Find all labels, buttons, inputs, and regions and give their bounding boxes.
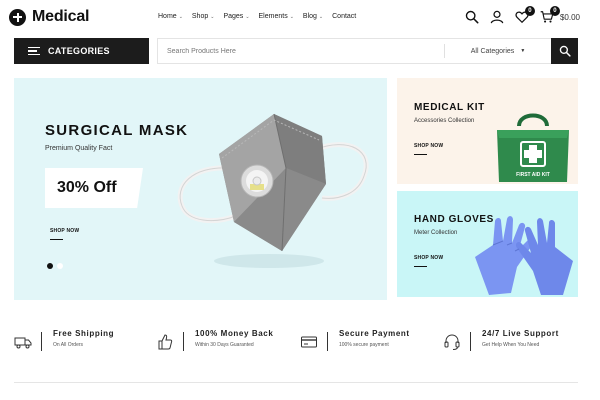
nav-label: Home	[158, 13, 177, 20]
feature-text: 100% Money Back Within 30 Days Guaranted	[195, 329, 273, 348]
feature-text: Free Shipping On All Orders	[53, 329, 114, 348]
svg-text:FIRST AID KIT: FIRST AID KIT	[516, 172, 550, 178]
banner-title: MEDICAL KIT	[414, 102, 485, 113]
section-divider	[14, 382, 578, 383]
nav-item-pages[interactable]: Pages ⌄	[223, 13, 249, 20]
feature-text: 24/7 Live Support Get Help When You Need	[482, 329, 559, 348]
search-bar: All Categories ▼	[157, 37, 578, 64]
cart-total: $0.00	[559, 12, 580, 22]
nav-label: Shop	[191, 13, 209, 20]
thumbs-up-icon	[158, 334, 173, 350]
hamburger-icon	[28, 47, 40, 55]
cart-icon[interactable]: 0	[539, 6, 560, 25]
headset-icon	[444, 334, 460, 350]
hero-subtitle: Premium Quality Fact	[45, 145, 113, 152]
banner-medical-kit[interactable]: MEDICAL KIT Accessories Collection SHOP …	[397, 78, 578, 184]
feature-live-support: 24/7 Live Support Get Help When You Need	[443, 329, 559, 357]
features-bar: Free Shipping On All Orders 100% Money B…	[14, 329, 578, 357]
banner-shop-now-link[interactable]: SHOP NOW	[414, 255, 443, 261]
hero-title: SURGICAL MASK	[45, 122, 189, 139]
feature-subtitle: On All Orders	[53, 342, 84, 348]
promo-badge: 30% Off	[45, 168, 143, 208]
hero-shop-now-link[interactable]: SHOP NOW	[50, 228, 79, 234]
feature-secure-payment: Secure Payment 100% secure payment	[300, 329, 410, 357]
medical-cross-icon	[9, 8, 26, 26]
nav-item-shop[interactable]: Shop ⌄	[192, 13, 215, 20]
chevron-down-icon: ⌄	[289, 13, 294, 20]
feature-money-back: 100% Money Back Within 30 Days Guaranted	[156, 329, 273, 357]
chevron-down-icon: ⌄	[245, 13, 250, 20]
cart-count-badge: 0	[549, 6, 560, 16]
category-select[interactable]: All Categories ▼	[445, 48, 551, 55]
search-button[interactable]	[551, 37, 578, 64]
banner-cta-underline	[414, 154, 427, 155]
nav-label: Contact	[332, 13, 357, 20]
feature-separator	[183, 332, 184, 351]
nav-label: Pages	[223, 13, 244, 20]
chevron-down-icon: ⌄	[318, 13, 324, 20]
hero-slider: SURGICAL MASK Premium Quality Fact 30% O…	[14, 78, 387, 300]
main-nav: Home ⌄ Shop ⌄ Pages ⌄ Elements ⌄ Blog ⌄ Conta…	[158, 13, 356, 20]
first-aid-kit-image: FIRST AID KIT	[497, 113, 569, 182]
category-select-value: All Categories	[470, 47, 515, 55]
gloves-image	[475, 216, 573, 295]
banner-subtitle: Meter Collection	[414, 230, 458, 236]
slider-dots	[47, 263, 63, 269]
feature-subtitle: 100% secure payment	[339, 342, 389, 348]
search-icon[interactable]	[464, 9, 480, 25]
slider-dot-active[interactable]	[47, 263, 53, 269]
user-icon[interactable]	[489, 9, 505, 25]
site-logo[interactable]: Medical	[9, 8, 89, 26]
truck-icon	[14, 337, 32, 349]
nav-item-contact[interactable]: Contact	[332, 13, 356, 20]
feature-subtitle: Get Help When You Need	[482, 342, 540, 348]
feature-subtitle: Within 30 Days Guaranted	[195, 342, 254, 348]
hero-cta-underline	[50, 239, 63, 240]
surgical-mask-image	[177, 113, 369, 268]
chevron-down-icon: ⌄	[210, 13, 215, 20]
categories-label: CATEGORIES	[48, 46, 110, 56]
feature-title: Free Shipping	[53, 329, 115, 338]
search-icon	[559, 45, 571, 57]
banner-subtitle: Accessories Collection	[414, 118, 475, 124]
nav-item-home[interactable]: Home ⌄	[158, 13, 183, 20]
banner-cta-underline	[414, 266, 427, 267]
categories-button[interactable]: CATEGORIES	[14, 38, 149, 64]
feature-separator	[470, 332, 471, 351]
nav-label: Elements	[258, 13, 288, 20]
feature-title: 24/7 Live Support	[482, 329, 559, 338]
nav-label: Blog	[302, 13, 317, 20]
search-input[interactable]	[158, 39, 444, 63]
promo-text: 30% Off	[57, 179, 117, 196]
feature-separator	[327, 332, 328, 351]
banner-hand-gloves[interactable]: HAND GLOVES Meter Collection SHOP NOW	[397, 191, 578, 297]
brand-name: Medical	[32, 8, 90, 25]
feature-title: Secure Payment	[339, 329, 410, 338]
caret-down-icon: ▼	[520, 48, 526, 54]
heart-icon[interactable]: 0	[514, 6, 535, 25]
nav-item-blog[interactable]: Blog ⌄	[303, 13, 323, 20]
credit-card-icon	[301, 336, 317, 348]
wishlist-count-badge: 0	[524, 6, 535, 16]
nav-item-elements[interactable]: Elements ⌄	[259, 13, 294, 20]
header-icons: 0 0 $0.00	[464, 6, 580, 25]
feature-free-shipping: Free Shipping On All Orders	[14, 329, 114, 357]
feature-title: 100% Money Back	[195, 329, 274, 338]
chevron-down-icon: ⌄	[178, 13, 183, 20]
banner-shop-now-link[interactable]: SHOP NOW	[414, 143, 443, 149]
feature-text: Secure Payment 100% secure payment	[339, 329, 410, 348]
feature-separator	[41, 332, 42, 351]
slider-dot[interactable]	[57, 263, 63, 269]
